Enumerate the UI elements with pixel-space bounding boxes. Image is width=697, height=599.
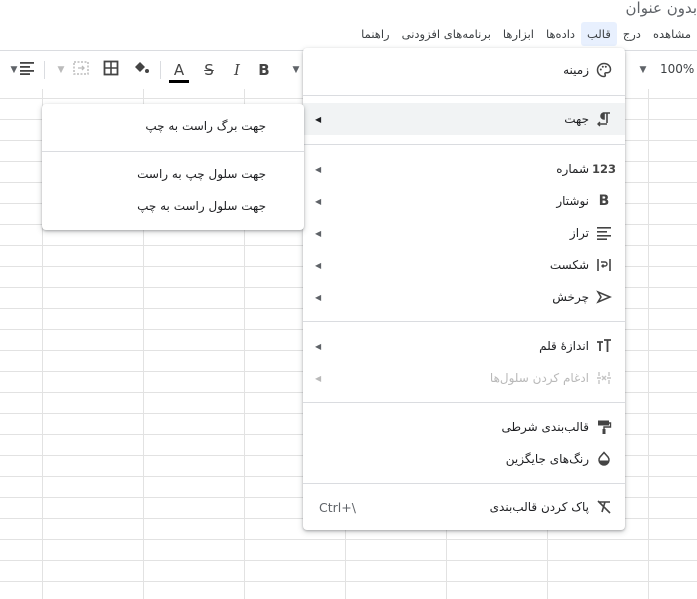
strikethrough-icon[interactable]: S	[198, 60, 220, 80]
fill-color-icon[interactable]	[130, 60, 152, 80]
submenu-arrow-icon: ◀	[315, 114, 322, 124]
rotate-icon	[593, 287, 615, 307]
text-color-icon[interactable]: A	[168, 60, 190, 83]
zoom-select[interactable]: 100%	[660, 62, 694, 76]
menu-item-number[interactable]: 123 شماره ◀	[303, 153, 625, 185]
menu-bar: مشاهده درج قالب داده‌ها ابزارها برنامه‌ه…	[0, 20, 697, 48]
direction-submenu: جهت برگ راست به چپ جهت سلول چپ به راست ج…	[42, 104, 304, 230]
merge-dropdown-arrow-icon[interactable]: ▼	[50, 60, 72, 80]
submenu-arrow-icon: ◀	[315, 373, 322, 383]
paint-roller-icon	[593, 417, 615, 437]
submenu-arrow-icon: ◀	[315, 196, 322, 206]
menu-item-font-size[interactable]: اندازهٔ قلم ◀	[303, 330, 625, 362]
menu-help[interactable]: راهنما	[355, 22, 395, 46]
italic-icon[interactable]: I	[226, 60, 248, 80]
menu-item-alternating-colors[interactable]: رنگ‌های جایگزین	[303, 443, 625, 475]
menu-item-rotation[interactable]: چرخش ◀	[303, 281, 625, 313]
bold-icon[interactable]: B	[253, 60, 275, 80]
submenu-arrow-icon: ◀	[315, 164, 322, 174]
menu-item-direction[interactable]: جهت ◀	[303, 103, 625, 135]
horizontal-align-icon[interactable]	[16, 60, 38, 80]
shortcut-label: Ctrl+\	[319, 499, 356, 515]
merge-icon	[593, 368, 615, 388]
submenu-arrow-icon: ◀	[315, 341, 322, 351]
submenu-item-cell-ltr[interactable]: جهت سلول چپ به راست	[42, 159, 304, 189]
menu-data[interactable]: داده‌ها	[540, 22, 581, 46]
menu-item-conditional-formatting[interactable]: قالب‌بندی شرطی	[303, 411, 625, 443]
menu-view[interactable]: مشاهده	[647, 22, 697, 46]
menu-addons[interactable]: برنامه‌های افزودنی	[396, 22, 497, 46]
color-drop-icon	[593, 449, 615, 469]
palette-icon	[593, 60, 615, 80]
menu-item-text[interactable]: B نوشتار ◀	[303, 185, 625, 217]
submenu-item-sheet-rtl[interactable]: جهت برگ راست به چپ	[42, 111, 304, 141]
wrap-icon	[593, 255, 615, 275]
number-123-icon: 123	[591, 162, 616, 176]
format-menu: زمینه جهت ◀ 123 شماره ◀ B نوشتار ◀ تراز …	[303, 48, 625, 530]
menu-format[interactable]: قالب	[581, 22, 617, 46]
menu-tools[interactable]: ابزارها	[497, 22, 540, 46]
paragraph-direction-icon	[593, 109, 615, 129]
borders-icon[interactable]	[100, 60, 122, 80]
submenu-item-cell-rtl[interactable]: جهت سلول راست به چپ	[42, 191, 304, 221]
submenu-arrow-icon: ◀	[315, 292, 322, 302]
menu-item-theme[interactable]: زمینه	[303, 54, 625, 86]
menu-insert[interactable]: درج	[617, 22, 647, 46]
font-size-icon	[593, 336, 615, 356]
bold-icon: B	[598, 193, 610, 209]
clear-format-icon	[593, 497, 615, 517]
submenu-arrow-icon: ◀	[315, 260, 322, 270]
menu-item-alignment[interactable]: تراز ◀	[303, 217, 625, 249]
menu-item-wrapping[interactable]: شکست ◀	[303, 249, 625, 281]
menu-item-merge-cells[interactable]: ادغام کردن سلول‌ها ◀	[303, 362, 625, 394]
merge-cells-icon[interactable]	[70, 60, 92, 80]
align-icon	[593, 223, 615, 243]
zoom-dropdown-arrow-icon[interactable]: ▼	[632, 60, 654, 80]
menu-item-clear-formatting[interactable]: پاک کردن قالب‌بندی Ctrl+\	[303, 491, 625, 523]
submenu-arrow-icon: ◀	[315, 228, 322, 238]
document-title[interactable]: بدون عنوان	[626, 0, 697, 18]
